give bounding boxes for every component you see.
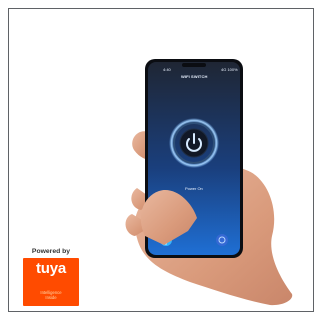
status-icons: 4G 100% bbox=[221, 67, 238, 72]
settings-button[interactable] bbox=[216, 234, 228, 246]
powered-by-label: Powered by bbox=[31, 248, 71, 255]
device-title: WIFI SWITCH bbox=[181, 74, 208, 79]
power-button[interactable] bbox=[169, 118, 219, 168]
power-status: Power On bbox=[185, 186, 203, 191]
tuya-logo-text: tuya bbox=[35, 260, 67, 277]
tuya-badge: Powered by tuya Intelligence Inside bbox=[23, 248, 79, 306]
status-time: 4:40 bbox=[163, 67, 171, 72]
inside-label: Inside bbox=[45, 295, 57, 300]
